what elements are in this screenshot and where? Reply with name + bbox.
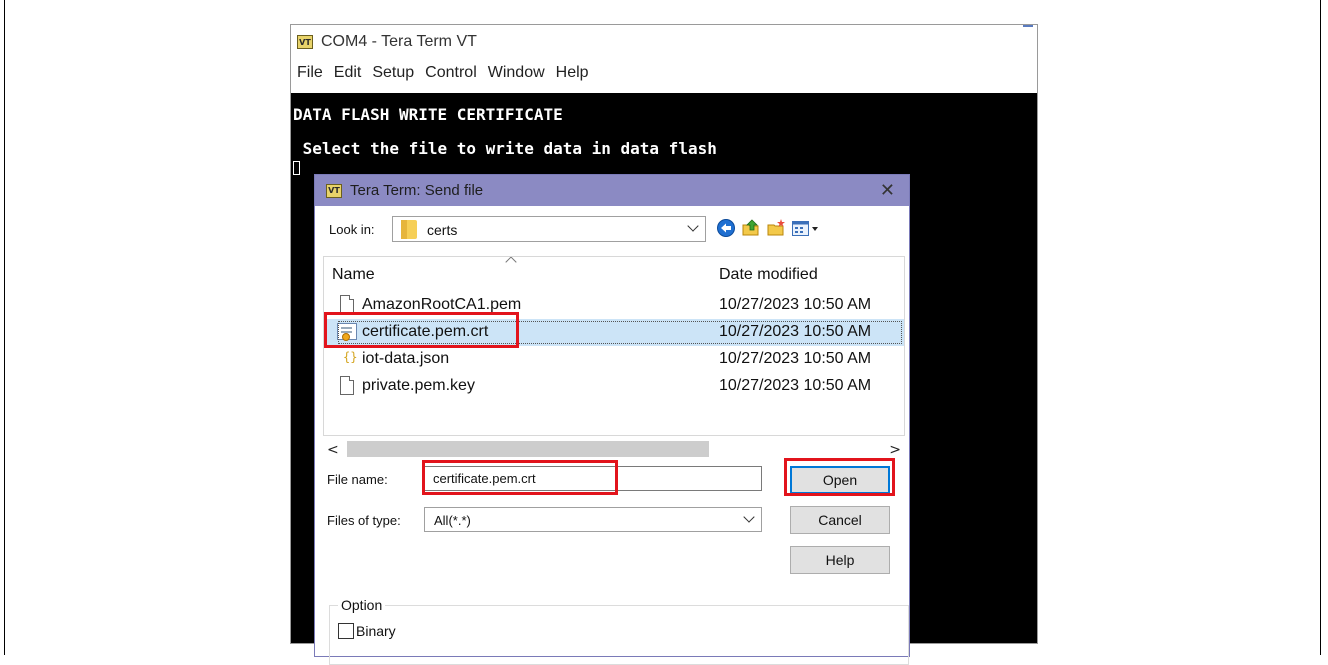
file-date: 10/27/2023 10:50 AM — [719, 323, 872, 340]
window-title: COM4 - Tera Term VT — [321, 33, 477, 50]
minimize-icon[interactable] — [1023, 25, 1033, 27]
file-name-input[interactable] — [424, 466, 762, 491]
certificate-icon — [337, 323, 357, 341]
column-header-name[interactable]: Name — [332, 266, 375, 284]
look-in-value: certs — [427, 222, 458, 238]
option-group-label: Option — [338, 597, 386, 613]
file-row-certificate[interactable]: certificate.pem.crt 10/27/2023 10:50 AM — [324, 319, 904, 346]
file-name: private.pem.key — [362, 377, 475, 394]
teraterm-dialog-icon: VT — [326, 183, 342, 198]
file-row-private-key[interactable]: private.pem.key 10/27/2023 10:50 AM — [324, 373, 904, 400]
dialog-title: Tera Term: Send file — [350, 182, 484, 199]
dialog-titlebar: VT Tera Term: Send file ✕ — [315, 175, 909, 206]
file-date: 10/27/2023 10:50 AM — [719, 296, 872, 313]
look-in-dropdown[interactable]: certs — [392, 216, 706, 242]
file-name: AmazonRootCA1.pem — [362, 296, 522, 313]
menu-setup[interactable]: Setup — [372, 64, 414, 82]
file-date: 10/27/2023 10:50 AM — [719, 377, 872, 394]
terminal-line-2: Select the file to write data in data fl… — [293, 139, 717, 158]
help-button[interactable]: Help — [790, 546, 890, 574]
close-icon[interactable]: ✕ — [880, 180, 895, 201]
sort-ascending-icon — [505, 257, 517, 268]
horizontal-scrollbar[interactable]: < > — [323, 438, 905, 460]
look-in-label: Look in: — [329, 222, 375, 237]
open-button[interactable]: Open — [790, 466, 890, 494]
menu-bar: File Edit Setup Control Window Help — [291, 59, 1037, 87]
file-type-dropdown[interactable]: All(*.*) — [424, 507, 762, 532]
scrollbar-thumb[interactable] — [347, 441, 709, 457]
terminal-cursor — [293, 161, 300, 175]
chevron-down-icon — [743, 511, 755, 523]
file-row-amazonrootca1[interactable]: AmazonRootCA1.pem 10/27/2023 10:50 AM — [324, 292, 904, 319]
back-icon[interactable] — [716, 218, 736, 238]
binary-checkbox-label[interactable]: Binary — [356, 623, 396, 639]
terminal-line-1: DATA FLASH WRITE CERTIFICATE — [293, 105, 563, 124]
menu-window[interactable]: Window — [488, 64, 545, 82]
menu-file[interactable]: File — [297, 64, 323, 82]
view-menu-icon[interactable] — [791, 218, 821, 238]
file-type-value: All(*.*) — [434, 513, 471, 528]
scroll-left-icon[interactable]: < — [327, 442, 339, 458]
teraterm-app-icon: VT — [297, 35, 313, 49]
file-name: iot-data.json — [362, 350, 450, 367]
column-header-date-modified[interactable]: Date modified — [719, 266, 818, 284]
cancel-button[interactable]: Cancel — [790, 506, 890, 534]
binary-checkbox[interactable] — [338, 623, 354, 639]
file-name-label: File name: — [327, 472, 388, 487]
document-icon — [340, 376, 354, 395]
folder-icon — [401, 220, 417, 239]
file-type-label: Files of type: — [327, 513, 401, 528]
send-file-dialog: VT Tera Term: Send file ✕ Look in: certs… — [314, 174, 910, 665]
file-name: certificate.pem.crt — [362, 323, 489, 340]
menu-control[interactable]: Control — [425, 64, 477, 82]
menu-help[interactable]: Help — [556, 64, 589, 82]
new-folder-icon[interactable] — [766, 218, 786, 238]
json-file-icon: {} — [343, 350, 358, 364]
up-folder-icon[interactable] — [741, 218, 761, 238]
document-icon — [340, 295, 354, 314]
option-group: Option Binary — [329, 597, 909, 665]
file-list[interactable]: Name Date modified AmazonRootCA1.pem 10/… — [323, 256, 905, 436]
chevron-down-icon — [687, 220, 699, 232]
file-row-iot-data[interactable]: {} iot-data.json 10/27/2023 10:50 AM — [324, 346, 904, 373]
menu-edit[interactable]: Edit — [334, 64, 362, 82]
window-titlebar: VT COM4 - Tera Term VT — [291, 25, 1037, 59]
file-date: 10/27/2023 10:50 AM — [719, 350, 872, 367]
scroll-right-icon[interactable]: > — [889, 442, 901, 458]
